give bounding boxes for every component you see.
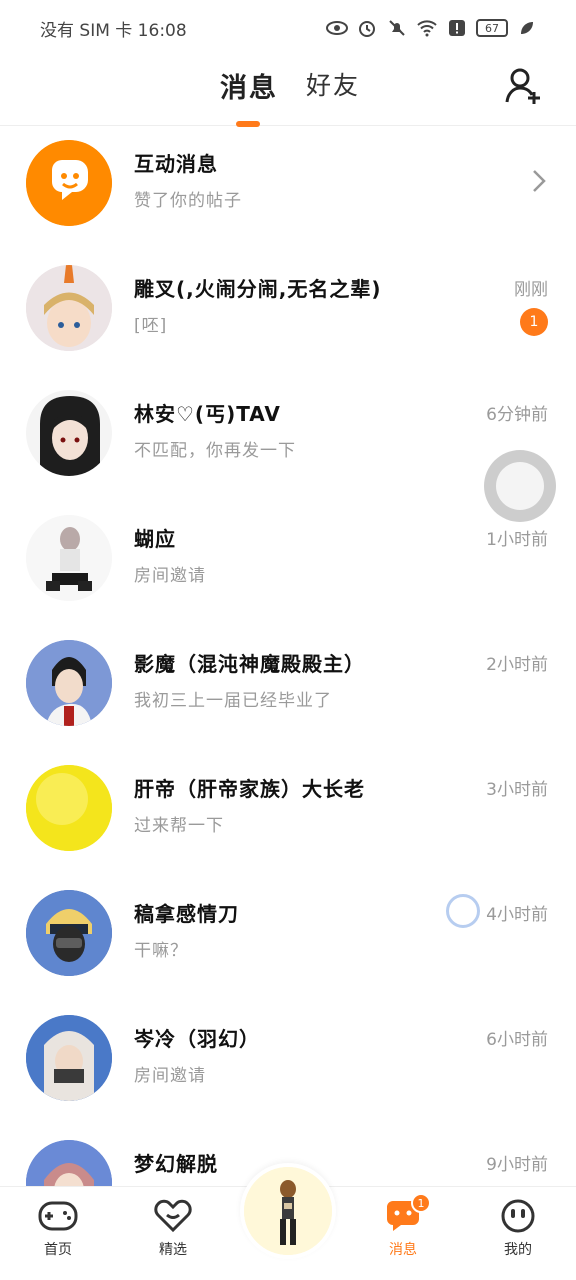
eye-icon — [326, 17, 348, 39]
nav-label: 消息 — [389, 1242, 417, 1258]
contact-name: 岑冷（羽幻） — [134, 1027, 260, 1051]
list-item[interactable]: 影魔（混沌神魔殿殿主） 我初三上一届已经毕业了 2小时前 — [0, 626, 576, 751]
tab-friends[interactable]: 好友 — [306, 66, 360, 105]
list-item[interactable]: 岑冷（羽幻） 房间邀请 6小时前 — [0, 1001, 576, 1126]
avatar — [26, 265, 112, 351]
nav-featured[interactable]: 精选 — [133, 1199, 213, 1259]
message-preview: 我初三上一届已经毕业了 — [134, 691, 332, 711]
tab-messages-label: 消息 — [220, 73, 278, 104]
nav-label: 我的 — [504, 1242, 532, 1258]
message-time: 4小时前 — [486, 905, 548, 925]
message-time: 6小时前 — [486, 1030, 548, 1050]
contact-name: 互动消息 — [134, 152, 218, 176]
message-tabs: 消息 好友 — [220, 66, 360, 127]
contact-name: 雕叉(,火闹分闹,无名之辈) — [134, 277, 382, 301]
add-user-icon[interactable] — [504, 66, 544, 106]
contact-name: 林安♡(丐)TAV — [134, 402, 281, 426]
mute-bell-icon — [386, 17, 408, 39]
message-preview: 赞了你的帖子 — [134, 191, 242, 211]
message-time: 6分钟前 — [486, 405, 548, 425]
gamepad-icon — [38, 1201, 78, 1231]
message-time: 9小时前 — [486, 1155, 548, 1175]
alert-icon — [446, 17, 468, 39]
tab-messages[interactable]: 消息 — [220, 66, 278, 127]
avatar — [26, 890, 112, 976]
status-bar: 没有 SIM 卡 16:08 67 — [0, 0, 576, 56]
message-preview: 不匹配，你再发一下 — [134, 441, 296, 461]
bottom-nav: 首页 精选 1 消息 我的 — [0, 1163, 576, 1280]
contact-name: 肝帝（肝帝家族）大长老 — [134, 777, 365, 801]
alarm-icon — [356, 17, 378, 39]
avatar — [26, 390, 112, 476]
message-preview: 房间邀请 — [134, 1066, 206, 1086]
list-item[interactable]: 蝴应 房间邀请 1小时前 — [0, 501, 576, 626]
chevron-right-icon — [533, 170, 546, 192]
interaction-avatar — [26, 140, 112, 226]
nav-unread-badge: 1 — [411, 1193, 431, 1213]
unread-badge: 1 — [520, 308, 548, 336]
battery-icon: 67 — [476, 19, 508, 37]
avatar — [26, 640, 112, 726]
nav-label: 精选 — [159, 1242, 187, 1258]
avatar — [26, 765, 112, 851]
contact-name: 影魔（混沌神魔殿殿主） — [134, 652, 365, 676]
nav-messages[interactable]: 1 消息 — [363, 1193, 443, 1259]
status-text: 没有 SIM 卡 16:08 — [40, 20, 187, 41]
wifi-icon — [416, 17, 438, 39]
message-time: 刚刚 — [514, 280, 548, 300]
contact-name: 蝴应 — [134, 527, 176, 551]
message-preview: 过来帮一下 — [134, 816, 224, 836]
battery-level: 67 — [485, 21, 499, 35]
message-list: 互动消息 赞了你的帖子 雕叉(,火闹分闹,无名之辈) [呸] 刚刚 1 林安♡(… — [0, 126, 576, 1251]
heart-icon — [154, 1199, 192, 1233]
message-preview: [呸] — [134, 316, 168, 336]
avatar — [26, 515, 112, 601]
nav-profile[interactable]: 我的 — [478, 1199, 558, 1259]
message-preview: 房间邀请 — [134, 566, 206, 586]
floating-assist-button[interactable] — [484, 450, 556, 522]
tab-friends-label: 好友 — [306, 71, 361, 100]
message-time: 1小时前 — [486, 530, 548, 550]
avatar — [26, 1015, 112, 1101]
avatar — [244, 1167, 332, 1255]
profile-face-icon — [501, 1199, 535, 1233]
nav-home[interactable]: 首页 — [18, 1199, 98, 1259]
list-item[interactable]: 雕叉(,火闹分闹,无名之辈) [呸] 刚刚 1 — [0, 251, 576, 376]
status-icons: 67 — [326, 17, 538, 39]
list-item[interactable]: 肝帝（肝帝家族）大长老 过来帮一下 3小时前 — [0, 751, 576, 876]
list-item[interactable]: 互动消息 赞了你的帖子 — [0, 126, 576, 251]
leaf-icon — [516, 17, 538, 39]
top-nav: 消息 好友 — [0, 56, 576, 127]
contact-name: 梦幻解脱 — [134, 1152, 218, 1176]
center-avatar-button[interactable] — [240, 1163, 336, 1259]
message-time: 3小时前 — [486, 780, 548, 800]
contact-name: 稿拿感情刀 — [134, 902, 239, 926]
nav-label: 首页 — [44, 1242, 72, 1258]
message-time: 2小时前 — [486, 655, 548, 675]
touch-indicator — [446, 894, 480, 928]
message-preview: 干嘛？ — [134, 941, 188, 961]
list-item[interactable]: 稿拿感情刀 干嘛？ 4小时前 — [0, 876, 576, 1001]
